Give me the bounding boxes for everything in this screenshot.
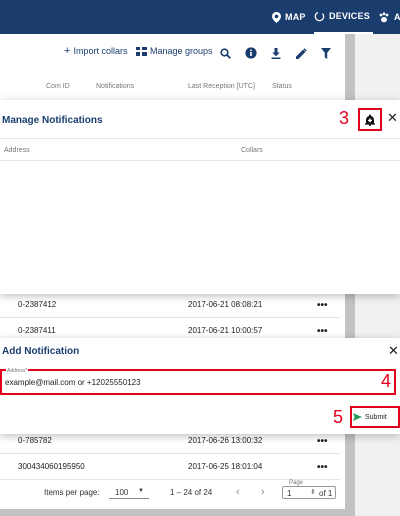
- callout-4: 4: [381, 371, 392, 391]
- column-address: Address: [4, 147, 30, 154]
- last-reception-cell: 2017-06-26 13:00:32: [188, 436, 263, 445]
- close-icon[interactable]: ✕: [387, 111, 398, 124]
- paw-icon: [379, 11, 389, 22]
- items-per-page-value: 100: [115, 488, 129, 497]
- edit-icon[interactable]: [294, 46, 308, 60]
- row-menu-button[interactable]: •••: [317, 326, 328, 337]
- callout-5: 5: [333, 407, 344, 427]
- callout-3: 3: [339, 108, 350, 128]
- paginator: Items per page: 100 ▼ 1 – 24 of 24 ‹ › P…: [0, 480, 345, 506]
- com-id-cell: 0-2387412: [18, 300, 57, 309]
- submit-button[interactable]: Submit: [353, 409, 397, 425]
- next-page-icon[interactable]: ›: [261, 486, 265, 498]
- page-number-field[interactable]: 1 ⬍ of 1: [282, 486, 336, 499]
- devices-icon: [314, 11, 325, 21]
- row-menu-button[interactable]: •••: [317, 462, 328, 473]
- import-collars-button[interactable]: + Import collars: [64, 44, 128, 57]
- row-menu-button[interactable]: •••: [317, 300, 328, 311]
- column-status[interactable]: Status: [272, 83, 292, 90]
- divider: [0, 138, 400, 139]
- table-row[interactable]: 0-2387412 2017-06-21 08:08:21 •••: [0, 292, 340, 318]
- page-of-label: of 1: [319, 489, 333, 498]
- submit-label: Submit: [365, 413, 387, 421]
- manage-groups-label: Manage groups: [150, 46, 213, 56]
- manage-notifications-dialog: Manage Notifications 3 ✕ Address Collars: [0, 100, 400, 294]
- last-reception-cell: 2017-06-25 18:01:04: [188, 462, 263, 471]
- send-icon: [353, 413, 362, 421]
- com-id-cell: 0-2387411: [18, 326, 56, 335]
- nav-devices-label: DEVICES: [329, 11, 370, 21]
- manage-groups-button[interactable]: Manage groups: [136, 46, 213, 56]
- download-icon[interactable]: [269, 46, 283, 60]
- nav-animals[interactable]: A: [378, 0, 400, 34]
- stepper-icon[interactable]: ⬍: [310, 488, 316, 496]
- nav-map[interactable]: MAP: [272, 0, 306, 34]
- top-nav: MAP DEVICES A: [0, 0, 400, 34]
- column-notifications[interactable]: Notifications: [96, 83, 134, 90]
- manage-notifications-title: Manage Notifications: [2, 115, 103, 126]
- last-reception-cell: 2017-06-21 10:00:57: [188, 326, 263, 335]
- previous-page-icon[interactable]: ‹: [236, 486, 240, 498]
- devices-toolbar: + Import collars Manage groups: [0, 34, 345, 72]
- filter-icon[interactable]: [319, 46, 333, 60]
- add-notification-bell-icon[interactable]: [362, 112, 378, 127]
- add-notification-title: Add Notification: [2, 346, 80, 357]
- map-pin-icon: [272, 11, 281, 23]
- info-icon[interactable]: [244, 46, 258, 60]
- dropdown-arrow-icon: ▼: [138, 488, 144, 494]
- row-menu-button[interactable]: •••: [317, 436, 328, 447]
- divider: [0, 160, 400, 161]
- last-reception-cell: 2017-06-21 08:08:21: [188, 300, 263, 309]
- nav-map-label: MAP: [285, 12, 306, 22]
- page-number-value: 1: [287, 489, 292, 498]
- close-icon[interactable]: ✕: [388, 344, 399, 357]
- nav-devices[interactable]: DEVICES: [314, 0, 373, 34]
- search-icon[interactable]: [218, 46, 232, 60]
- com-id-cell: 300434060195950: [18, 462, 85, 471]
- column-collars: Collars: [241, 147, 263, 154]
- address-input-value: example@mail.com or +12025550123: [5, 378, 141, 387]
- table-row[interactable]: 300434060195950 2017-06-25 18:01:04 •••: [0, 454, 340, 480]
- items-per-page-label: Items per page:: [44, 488, 100, 497]
- items-per-page-select[interactable]: 100 ▼: [109, 485, 149, 499]
- groups-icon: [136, 46, 147, 56]
- column-com-id[interactable]: Com ID: [46, 83, 70, 90]
- add-notification-dialog: Add Notification ✕ Address* example@mail…: [0, 338, 400, 434]
- column-last-reception[interactable]: Last Reception [UTC]: [188, 83, 255, 90]
- plus-icon: +: [64, 44, 71, 57]
- nav-animals-label: A: [394, 12, 400, 22]
- address-input[interactable]: example@mail.com or +12025550123: [2, 371, 394, 393]
- import-collars-label: Import collars: [73, 46, 128, 56]
- page-range-text: 1 – 24 of 24: [170, 488, 213, 497]
- com-id-cell: 0-785782: [18, 436, 52, 445]
